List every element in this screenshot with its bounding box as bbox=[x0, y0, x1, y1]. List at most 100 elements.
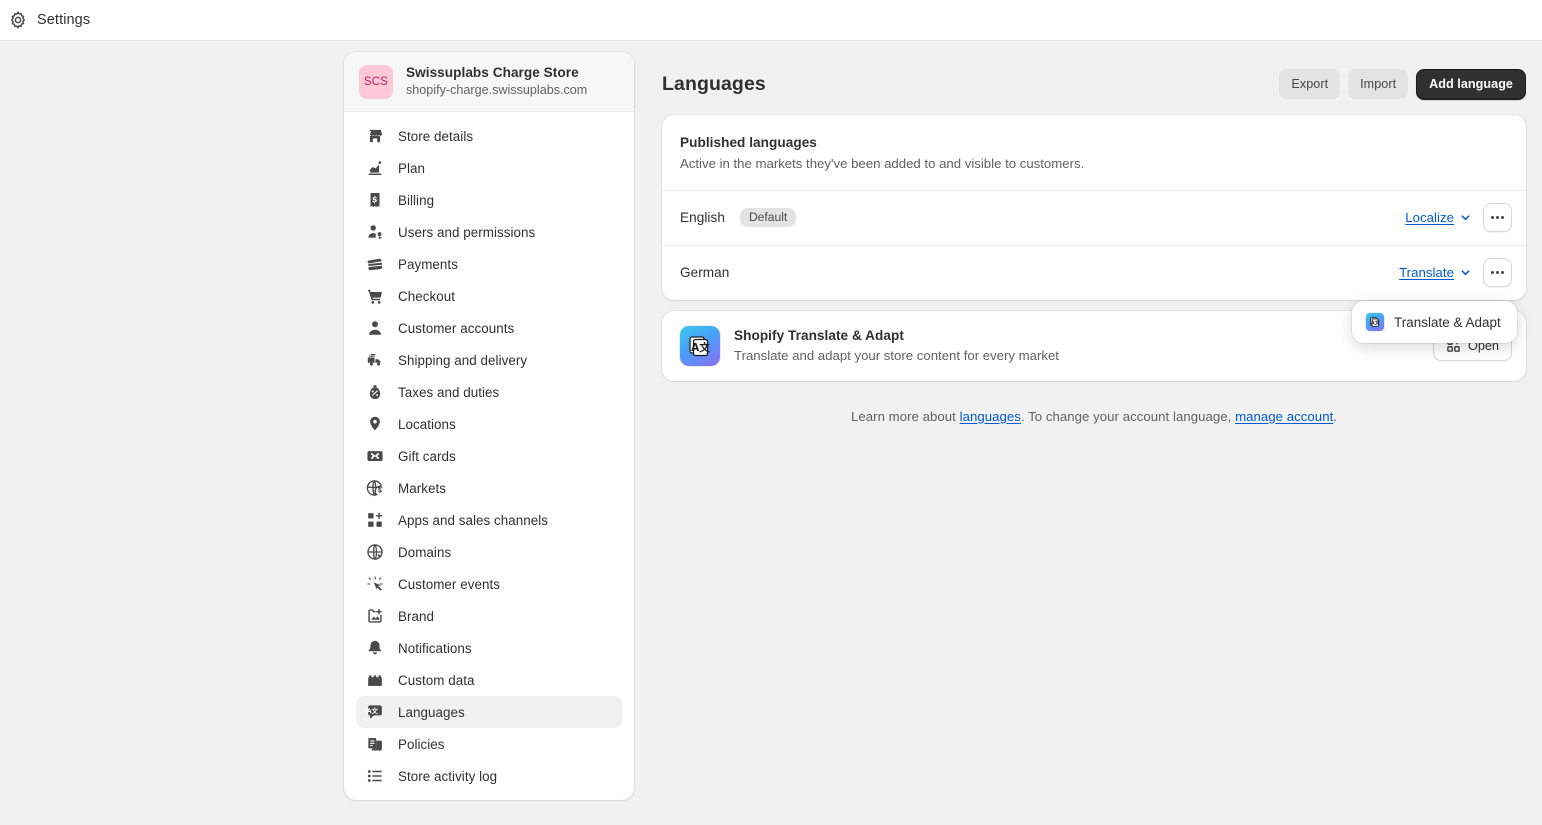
add-language-button[interactable]: Add language bbox=[1416, 68, 1526, 100]
more-horizontal-icon[interactable] bbox=[1483, 203, 1512, 233]
sidebar-item-shipping-and-delivery[interactable]: Shipping and delivery bbox=[356, 344, 622, 376]
users-icon bbox=[366, 223, 384, 241]
translate-action-button[interactable]: Translate bbox=[1397, 262, 1473, 283]
shipping-truck-icon bbox=[366, 351, 384, 369]
store-domain: shopify-charge.swissuplabs.com bbox=[406, 83, 588, 98]
customer-accounts-icon bbox=[366, 319, 384, 337]
app-subtitle: Translate and adapt your store content f… bbox=[734, 347, 1059, 363]
taxes-icon bbox=[366, 383, 384, 401]
sidebar-item-label: Checkout bbox=[398, 288, 455, 304]
translate-glyph: A文 bbox=[1369, 317, 1381, 327]
svg-text:A文: A文 bbox=[1371, 319, 1381, 326]
svg-text:A文: A文 bbox=[691, 341, 710, 354]
localize-action-button[interactable]: Localize bbox=[1403, 207, 1473, 228]
svg-text:A文: A文 bbox=[367, 706, 379, 715]
dots-glyph bbox=[1490, 216, 1505, 219]
published-languages-card: Published languages Active in the market… bbox=[662, 115, 1526, 300]
sidebar-item-label: Customer events bbox=[398, 576, 500, 592]
store-name: Swissuplabs Charge Store bbox=[406, 65, 579, 80]
status-badge: Default bbox=[739, 207, 797, 228]
sidebar-item-label: Notifications bbox=[398, 640, 472, 656]
sidebar-item-label: Brand bbox=[398, 608, 434, 624]
main-content: Languages Export Import Add language Pub… bbox=[662, 52, 1526, 800]
sidebar-item-gift-cards[interactable]: Gift cards bbox=[356, 440, 622, 472]
languages-icon: A文 bbox=[366, 703, 384, 721]
sidebar-item-label: Billing bbox=[398, 192, 435, 208]
sidebar-item-policies[interactable]: Policies bbox=[356, 728, 622, 760]
sidebar-item-domains[interactable]: Domains bbox=[356, 536, 622, 568]
table-row: English Default Localize bbox=[662, 189, 1526, 245]
settings-layout: SCS Swissuplabs Charge Store shopify-cha… bbox=[344, 52, 1526, 801]
markets-globe-icon bbox=[366, 479, 384, 497]
sidebar-item-notifications[interactable]: Notifications bbox=[356, 632, 622, 664]
localize-label: Localize bbox=[1405, 210, 1454, 226]
sidebar-item-label: Payments bbox=[398, 256, 458, 272]
sidebar-item-store-activity-log[interactable]: Store activity log bbox=[356, 760, 622, 792]
language-name: English bbox=[680, 210, 725, 226]
sidebar-item-billing[interactable]: Billing bbox=[356, 184, 622, 216]
dots-glyph bbox=[1490, 271, 1505, 274]
apps-icon bbox=[366, 511, 384, 529]
sidebar-item-label: Store details bbox=[398, 128, 474, 144]
avatar: SCS bbox=[359, 64, 393, 99]
store-header[interactable]: SCS Swissuplabs Charge Store shopify-cha… bbox=[344, 52, 634, 113]
language-name: German bbox=[680, 265, 730, 281]
languages-link[interactable]: languages bbox=[960, 409, 1021, 424]
sidebar-item-customer-accounts[interactable]: Customer accounts bbox=[356, 312, 622, 344]
sidebar-item-taxes-and-duties[interactable]: Taxes and duties bbox=[356, 376, 622, 408]
sidebar-item-custom-data[interactable]: Custom data bbox=[356, 664, 622, 696]
billing-icon bbox=[366, 191, 384, 209]
sidebar-item-label: Taxes and duties bbox=[398, 384, 500, 400]
import-button[interactable]: Import bbox=[1348, 69, 1409, 99]
main-header: Languages Export Import Add language bbox=[662, 52, 1526, 104]
more-horizontal-icon[interactable] bbox=[1483, 258, 1512, 288]
sidebar-item-label: Store activity log bbox=[398, 768, 498, 784]
sidebar-item-label: Apps and sales channels bbox=[398, 512, 549, 528]
table-row: German Translate bbox=[662, 244, 1526, 300]
sidebar-item-label: Custom data bbox=[398, 672, 475, 688]
app-title: Shopify Translate & Adapt bbox=[734, 327, 904, 343]
translate-dropdown-popover: A文 Translate & Adapt bbox=[1352, 301, 1517, 343]
sidebar-nav: Store details Plan Billing Users and permis… bbox=[344, 112, 634, 792]
sidebar-item-locations[interactable]: Locations bbox=[356, 408, 622, 440]
page-title: Languages bbox=[662, 72, 766, 95]
footnote-prefix: Learn more about bbox=[850, 408, 960, 424]
translate-adapt-app-icon: A文 bbox=[1366, 313, 1384, 331]
gear-icon[interactable] bbox=[8, 10, 28, 30]
header-actions: Export Import Add language bbox=[1279, 68, 1526, 100]
sidebar-item-users-and-permissions[interactable]: Users and permissions bbox=[356, 216, 622, 248]
sidebar-item-languages[interactable]: A文 Languages bbox=[356, 696, 622, 729]
sidebar-item-markets[interactable]: Markets bbox=[356, 472, 622, 504]
sidebar-item-checkout[interactable]: Checkout bbox=[356, 280, 622, 312]
app-texts: Shopify Translate & Adapt Translate and … bbox=[734, 326, 1419, 366]
sidebar-item-label: Policies bbox=[398, 736, 445, 752]
sidebar-item-label: Markets bbox=[398, 480, 446, 496]
payments-icon bbox=[366, 255, 384, 273]
published-languages-subtitle: Active in the markets they've been added… bbox=[680, 156, 1085, 172]
sidebar-item-brand[interactable]: Brand bbox=[356, 600, 622, 632]
sidebar-item-label: Customer accounts bbox=[398, 320, 515, 336]
sidebar-item-plan[interactable]: Plan bbox=[356, 152, 622, 184]
sidebar-item-apps-and-sales-channels[interactable]: Apps and sales channels bbox=[356, 504, 622, 536]
sidebar-item-store-details[interactable]: Store details bbox=[356, 120, 622, 152]
footnote: Learn more about languages. To change yo… bbox=[662, 409, 1526, 424]
sidebar-item-label: Locations bbox=[398, 416, 456, 432]
sidebar-item-label: Gift cards bbox=[398, 448, 456, 464]
popover-item-translate-and-adapt[interactable]: A文 Translate & Adapt bbox=[1358, 307, 1511, 337]
checkout-cart-icon bbox=[366, 287, 384, 305]
export-button[interactable]: Export bbox=[1279, 69, 1341, 99]
sidebar-item-payments[interactable]: Payments bbox=[356, 248, 622, 280]
footnote-middle: . To change your account language, bbox=[1020, 408, 1236, 424]
brand-image-icon bbox=[366, 607, 384, 625]
popover-item-label: Translate & Adapt bbox=[1394, 314, 1501, 330]
page-breadcrumb-title: Settings bbox=[37, 12, 91, 28]
sidebar-item-customer-events[interactable]: Customer events bbox=[356, 568, 622, 600]
sidebar-item-label: Languages bbox=[398, 704, 465, 720]
plan-icon bbox=[366, 159, 384, 177]
sidebar-item-label: Users and permissions bbox=[398, 224, 536, 240]
store-icon bbox=[366, 127, 384, 145]
policies-icon bbox=[366, 735, 384, 753]
manage-account-link[interactable]: manage account bbox=[1235, 409, 1333, 424]
sidebar-item-label: Shipping and delivery bbox=[398, 352, 528, 368]
top-bar: Settings bbox=[0, 0, 1542, 41]
